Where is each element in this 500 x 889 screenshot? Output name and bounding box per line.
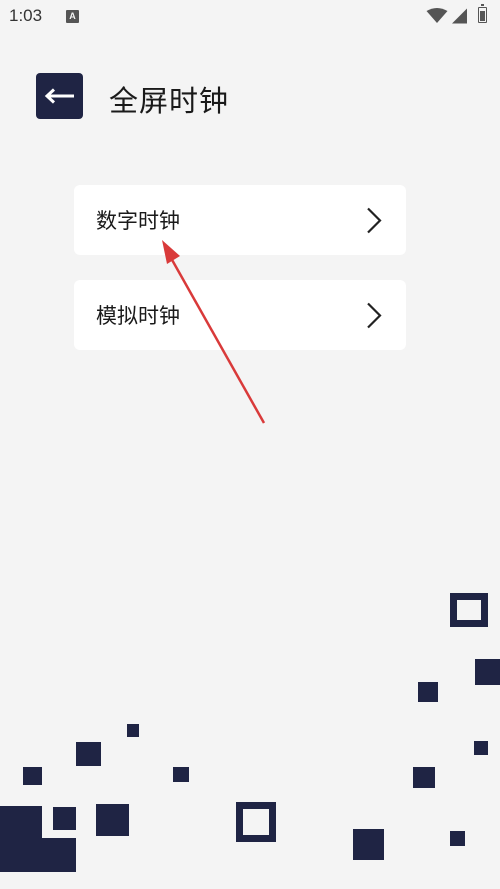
decorative-square bbox=[418, 682, 438, 702]
signal-icon bbox=[452, 8, 467, 24]
annotation-arrow bbox=[162, 240, 266, 424]
analog-clock-item[interactable]: 模拟时钟 bbox=[74, 280, 406, 350]
decorative-hollow-square bbox=[236, 802, 276, 842]
digital-clock-label: 数字时钟 bbox=[96, 209, 180, 233]
decorative-square bbox=[413, 767, 435, 788]
decorative-square bbox=[173, 767, 189, 782]
digital-clock-item[interactable]: 数字时钟 bbox=[74, 185, 406, 255]
decorative-square bbox=[53, 807, 76, 830]
decorative-square bbox=[0, 838, 76, 872]
decorative-square bbox=[23, 767, 42, 785]
battery-icon bbox=[478, 4, 487, 23]
decorative-square bbox=[450, 831, 465, 846]
decorative-square bbox=[76, 742, 101, 766]
status-bar: 1:03 A bbox=[0, 0, 500, 34]
decorative-hollow-square bbox=[450, 593, 488, 627]
notification-a-icon: A bbox=[66, 10, 79, 23]
decorative-square bbox=[474, 741, 488, 755]
arrow-left-icon bbox=[44, 88, 74, 104]
decorative-square bbox=[353, 829, 384, 860]
decorative-square bbox=[127, 724, 139, 737]
wifi-icon bbox=[426, 8, 448, 23]
page-title: 全屏时钟 bbox=[109, 84, 230, 118]
chevron-right-icon bbox=[367, 302, 382, 329]
decorative-square bbox=[96, 804, 129, 836]
chevron-right-icon bbox=[367, 207, 382, 234]
status-time: 1:03 bbox=[9, 6, 43, 25]
back-button[interactable] bbox=[36, 73, 83, 119]
decorative-square bbox=[475, 659, 500, 685]
analog-clock-label: 模拟时钟 bbox=[96, 304, 180, 328]
